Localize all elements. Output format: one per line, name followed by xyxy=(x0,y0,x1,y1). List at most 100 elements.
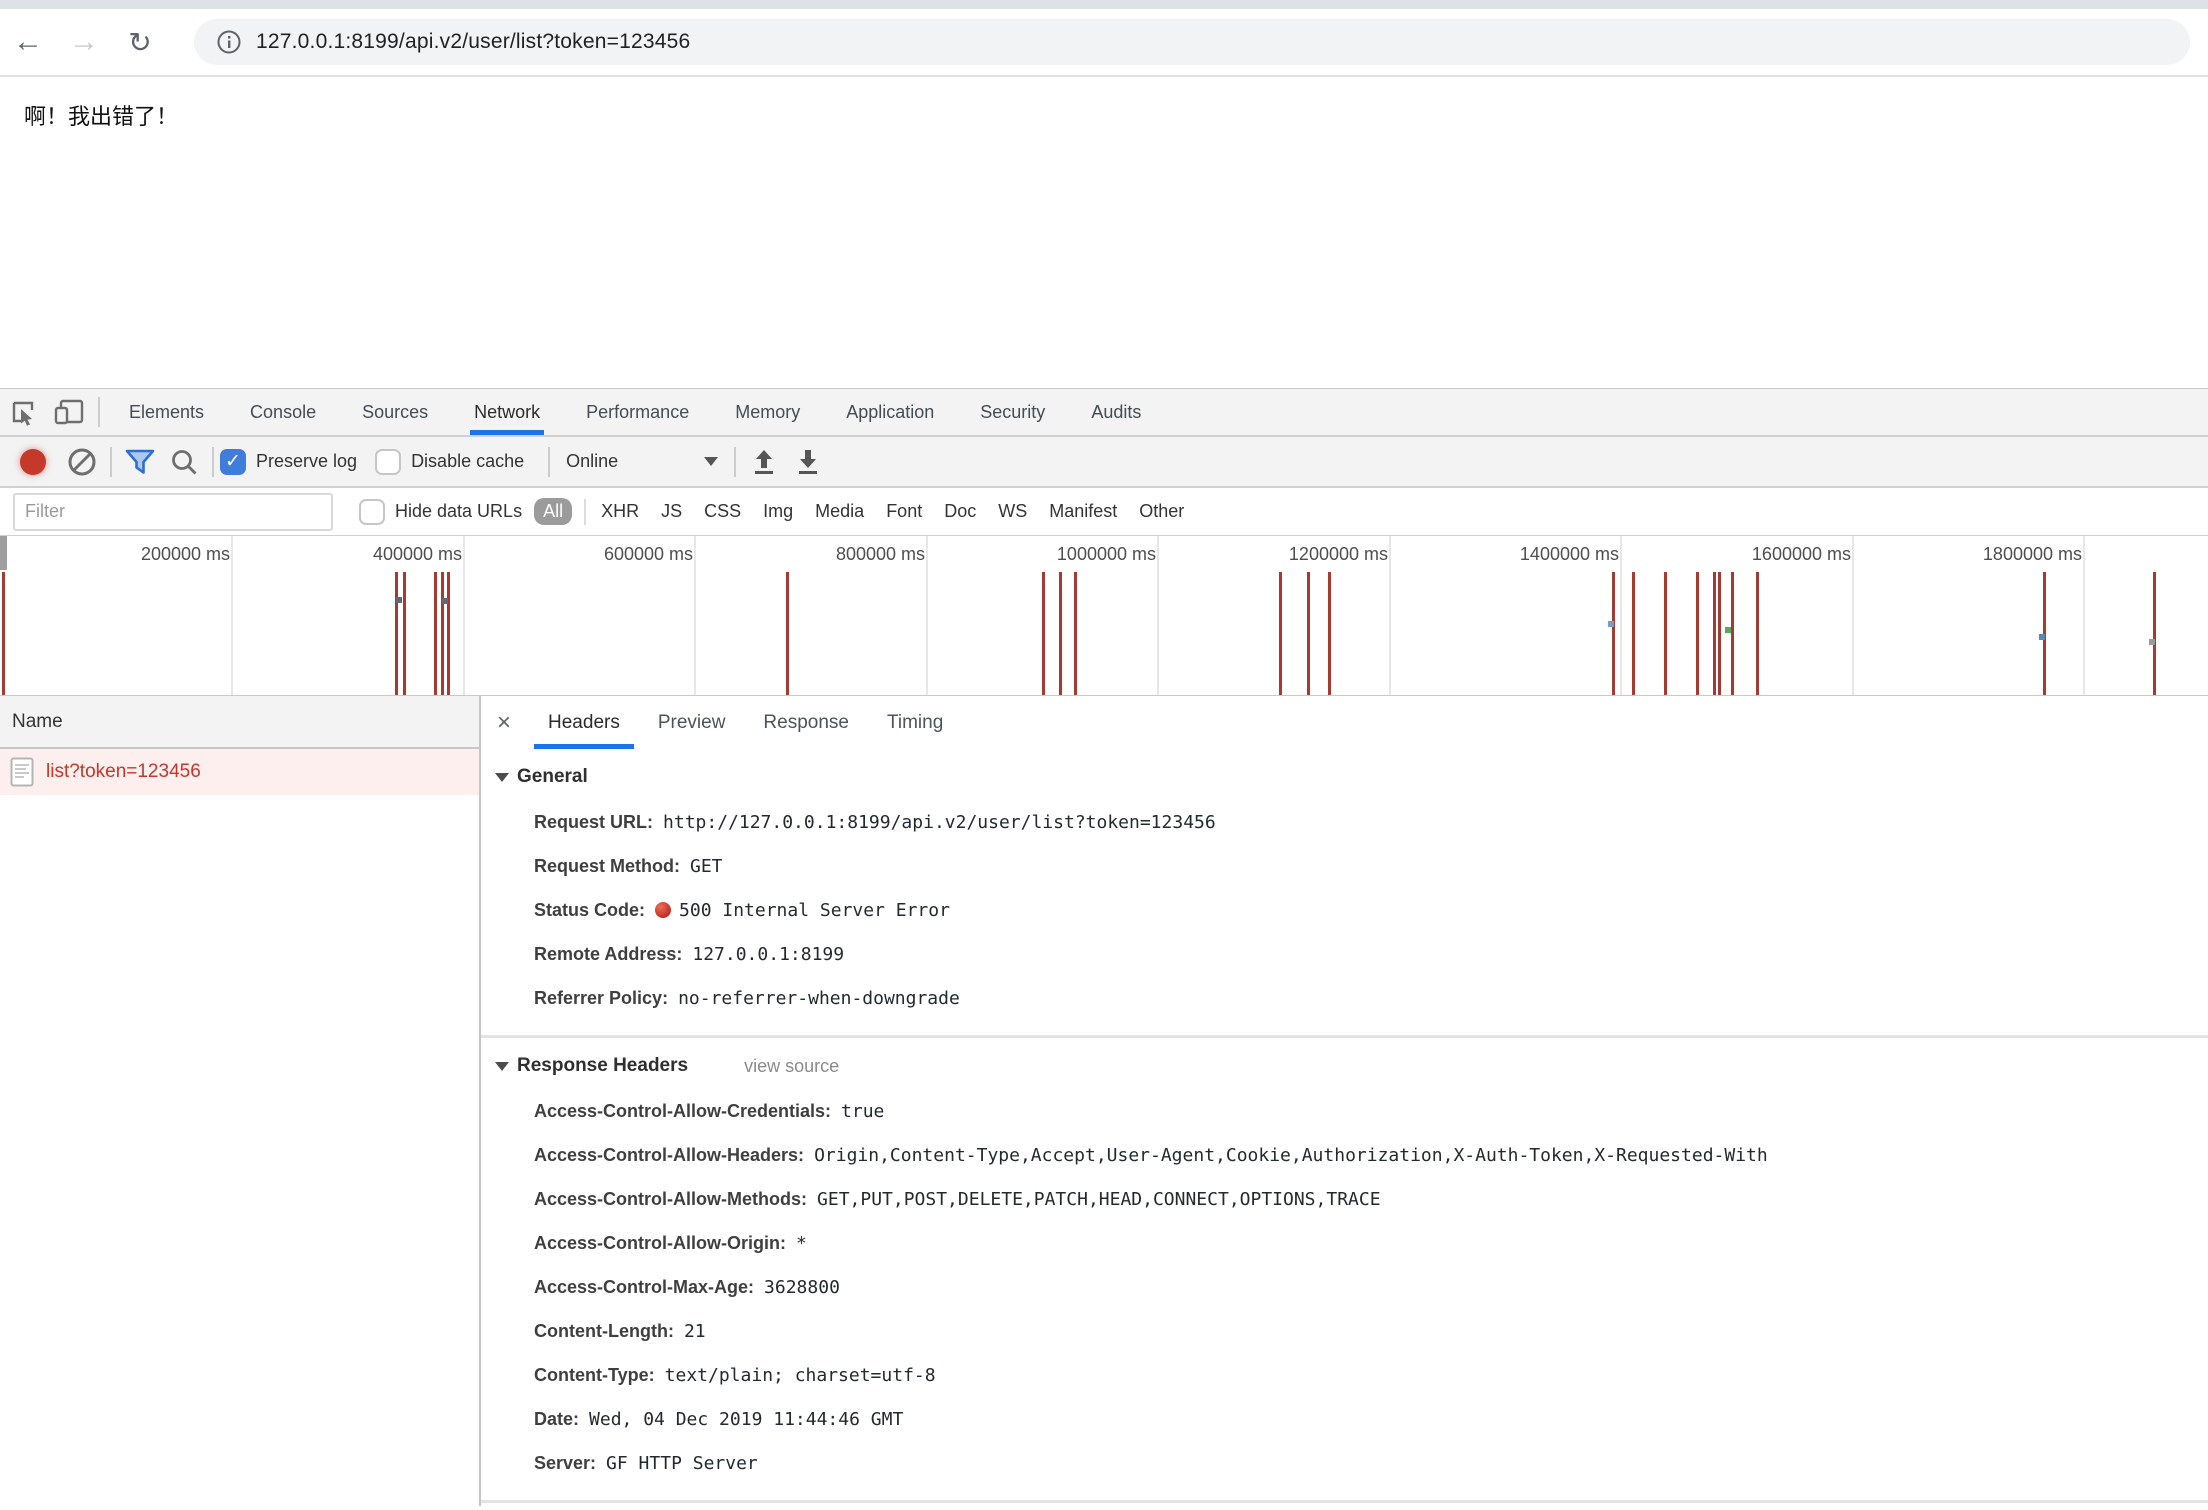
timeline-error-tick xyxy=(1612,572,1615,695)
browser-tab-strip xyxy=(0,0,2208,9)
header-row: Access-Control-Allow-Origin: * xyxy=(481,1222,2208,1266)
device-toolbar-icon[interactable] xyxy=(46,397,92,427)
timeline-error-tick xyxy=(2,572,5,695)
close-icon[interactable]: × xyxy=(497,709,511,737)
record-icon[interactable] xyxy=(20,449,46,475)
tab-memory[interactable]: Memory xyxy=(735,389,800,435)
clear-icon[interactable] xyxy=(60,447,104,477)
header-value: 500 Internal Server Error xyxy=(679,900,950,921)
tab-audits[interactable]: Audits xyxy=(1091,389,1141,435)
timeline-request-dot xyxy=(1608,621,1614,627)
info-icon[interactable] xyxy=(216,29,242,55)
filter-type-js[interactable]: JS xyxy=(661,501,682,522)
network-toolbar: ✓ Preserve log Disable cache Online xyxy=(0,437,2208,488)
name-column-header[interactable]: Name xyxy=(0,696,479,749)
filter-icon[interactable] xyxy=(118,447,162,477)
disable-cache-label: Disable cache xyxy=(411,451,524,472)
header-name: Request URL: xyxy=(534,812,653,832)
timeline-label: 1000000 ms xyxy=(1057,544,1156,565)
timeline-error-tick xyxy=(1307,572,1310,695)
throttling-dropdown[interactable]: Online xyxy=(566,451,718,472)
header-value: no-referrer-when-downgrade xyxy=(678,988,960,1009)
timeline-label: 1400000 ms xyxy=(1520,544,1619,565)
header-name: Access-Control-Max-Age: xyxy=(534,1277,754,1297)
timeline-gridline: 1800000 ms xyxy=(2083,536,2085,695)
header-value: 3628800 xyxy=(764,1277,840,1298)
header-name: Access-Control-Allow-Origin: xyxy=(534,1233,786,1253)
timeline-error-tick xyxy=(1664,572,1667,695)
filter-type-xhr[interactable]: XHR xyxy=(601,501,639,522)
filter-input[interactable] xyxy=(13,493,333,531)
header-name: Date: xyxy=(534,1409,579,1429)
header-row: Content-Length:21 xyxy=(481,1310,2208,1354)
timeline-error-tick xyxy=(1074,572,1077,695)
header-row: Status Code:500 Internal Server Error xyxy=(481,889,2208,933)
section-title: Response Headers xyxy=(517,1055,688,1077)
header-name: Server: xyxy=(534,1453,596,1473)
timeline-error-tick xyxy=(447,572,450,695)
disable-cache-checkbox[interactable] xyxy=(375,449,401,475)
export-har-icon[interactable] xyxy=(786,447,830,477)
reload-icon[interactable]: ↻ xyxy=(112,26,168,59)
request-row[interactable]: list?token=123456 xyxy=(0,749,479,795)
view-source-link[interactable]: view source xyxy=(744,1056,839,1077)
timeline-error-tick xyxy=(434,572,437,695)
timeline-request-dot xyxy=(442,598,448,604)
header-row: Remote Address:127.0.0.1:8199 xyxy=(481,933,2208,977)
header-value: GF HTTP Server xyxy=(606,1453,758,1474)
hide-data-urls-checkbox[interactable] xyxy=(359,499,385,525)
response-headers-section: Response Headers view source Access-Cont… xyxy=(481,1038,2208,1500)
tab-network[interactable]: Network xyxy=(474,389,540,435)
tab-sources[interactable]: Sources xyxy=(362,389,428,435)
filter-type-media[interactable]: Media xyxy=(815,501,864,522)
address-bar[interactable]: 127.0.0.1:8199/api.v2/user/list?token=12… xyxy=(194,19,2190,65)
tab-headers[interactable]: Headers xyxy=(548,696,620,749)
filter-type-other[interactable]: Other xyxy=(1139,501,1184,522)
separator xyxy=(584,499,586,525)
section-title: General xyxy=(517,766,588,788)
chevron-down-icon xyxy=(704,457,718,466)
header-name: Referrer Policy: xyxy=(534,988,668,1008)
tab-security[interactable]: Security xyxy=(980,389,1045,435)
timeline-error-tick xyxy=(1328,572,1331,695)
general-section: General Request URL: http://127.0.0.1:819… xyxy=(481,749,2208,1035)
search-icon[interactable] xyxy=(162,447,206,477)
forward-icon[interactable]: → xyxy=(56,25,112,59)
header-value: text/plain; charset=utf-8 xyxy=(665,1365,936,1386)
tab-performance[interactable]: Performance xyxy=(586,389,689,435)
collapse-triangle-icon[interactable] xyxy=(495,1062,509,1071)
header-row: Date:Wed, 04 Dec 2019 11:44:46 GMT xyxy=(481,1398,2208,1442)
back-icon[interactable]: ← xyxy=(0,25,56,59)
filter-type-ws[interactable]: WS xyxy=(998,501,1027,522)
tab-timing[interactable]: Timing xyxy=(887,696,943,749)
timeline-error-tick xyxy=(1042,572,1045,695)
separator xyxy=(110,447,112,477)
network-overview-timeline[interactable]: 200000 ms 400000 ms 600000 ms 800000 ms … xyxy=(0,536,2208,696)
filter-type-doc[interactable]: Doc xyxy=(944,501,976,522)
request-headers-section: Request Headers view source xyxy=(481,1503,2208,1506)
timeline-error-tick xyxy=(2153,572,2156,695)
filter-type-css[interactable]: CSS xyxy=(704,501,741,522)
timeline-error-tick xyxy=(1713,572,1716,695)
inspect-element-icon[interactable] xyxy=(0,397,46,427)
import-har-icon[interactable] xyxy=(742,447,786,477)
tab-elements[interactable]: Elements xyxy=(129,389,204,435)
timeline-error-tick xyxy=(1279,572,1282,695)
tab-console[interactable]: Console xyxy=(250,389,316,435)
timeline-request-dot xyxy=(1725,627,1731,633)
filter-type-all[interactable]: All xyxy=(534,498,572,525)
separator xyxy=(98,397,100,427)
filter-type-font[interactable]: Font xyxy=(886,501,922,522)
header-value: * xyxy=(796,1233,807,1254)
timeline-label: 200000 ms xyxy=(141,544,230,565)
tab-application[interactable]: Application xyxy=(846,389,934,435)
header-value: http://127.0.0.1:8199/api.v2/user/list?t… xyxy=(663,812,1216,833)
header-name: Content-Length: xyxy=(534,1321,674,1341)
tab-response[interactable]: Response xyxy=(763,696,849,749)
preserve-log-checkbox[interactable]: ✓ xyxy=(220,449,246,475)
filter-type-manifest[interactable]: Manifest xyxy=(1049,501,1117,522)
separator xyxy=(548,447,550,477)
tab-preview[interactable]: Preview xyxy=(658,696,726,749)
filter-type-img[interactable]: Img xyxy=(763,501,793,522)
collapse-triangle-icon[interactable] xyxy=(495,773,509,782)
